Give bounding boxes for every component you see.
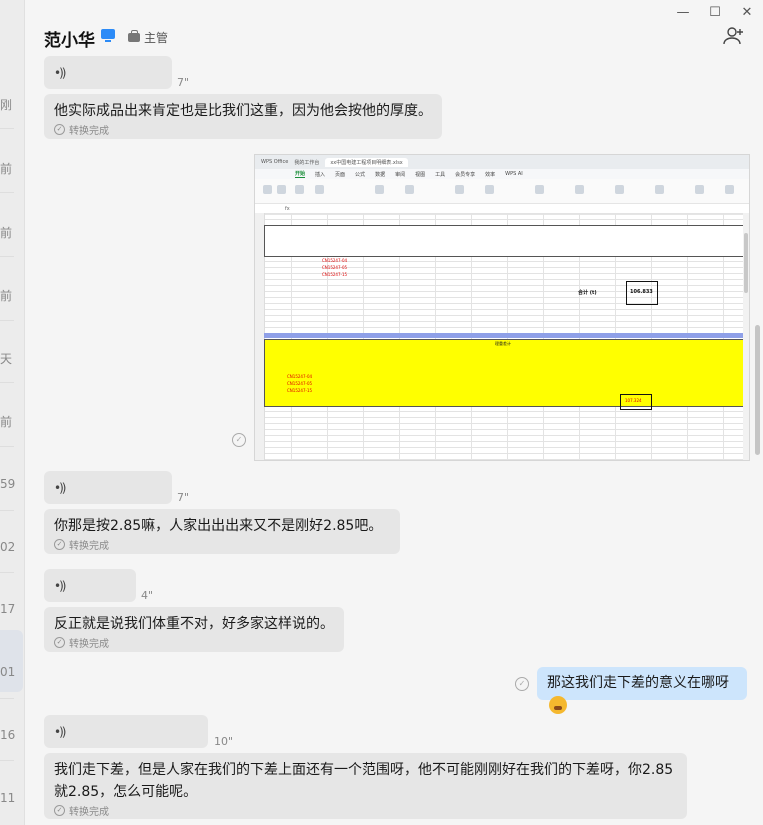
conv-time-fragment[interactable]: 刚 (0, 96, 12, 113)
sheet-tab-active: xx中国电建工程项目明细表.xlsx (325, 157, 408, 167)
conv-time-fragment[interactable]: 02 (0, 540, 15, 554)
transcript-text: 他实际成品出来肯定也是比我们这重，因为他会按他的厚度。 (54, 103, 432, 119)
add-member-icon[interactable] (723, 26, 745, 51)
role-label: 主管 (144, 31, 169, 45)
sheet-toolbar (255, 179, 749, 204)
voice-wave-icon: •)) (54, 579, 67, 593)
total-label: 合计 (t) (578, 290, 597, 296)
sheet-data-row: CN15247-05 (322, 265, 348, 270)
sheet-menu-item: WPS AI (505, 171, 523, 177)
yellow-row: CN15247-05 (287, 381, 313, 386)
check-circle-icon: ✓ (54, 805, 65, 816)
sheet-scrollbar (743, 213, 749, 460)
transcribe-status: ✓ 转换完成 (54, 803, 109, 818)
transcribe-status: ✓ 转换完成 (54, 635, 109, 650)
sheet-menu-item: 插入 (315, 171, 326, 178)
voice-wave-icon: •)) (54, 481, 67, 495)
transcript-text: 反正就是说我们体重不对，好多家这样说的。 (54, 616, 334, 632)
yellow-title: 理重差计 (495, 341, 511, 346)
sheet-menu: 开始 插入 页面 公式 数据 审阅 视图 工具 会员专享 效率 WPS AI (255, 169, 749, 179)
message-text: 那这我们走下差的意义在哪呀 (547, 675, 729, 691)
desktop-online-icon (101, 29, 115, 42)
conv-time-fragment[interactable]: 11 (0, 791, 15, 805)
voice-wave-icon: •)) (54, 66, 67, 80)
contact-name[interactable]: 范小华 (44, 26, 95, 51)
image-message-spreadsheet[interactable]: WPS Office 我的工作台 xx中国电建工程项目明细表.xlsx 开始 插… (254, 154, 750, 461)
check-circle-icon: ✓ (54, 124, 65, 135)
sheet-menu-item: 开始 (295, 171, 306, 178)
chat-panel: — ☐ ✕ 范小华 主管 •)) 7" 他实际成品出来肯定也是比我们这重，因为他… (25, 0, 763, 825)
voice-transcript-bubble[interactable]: 他实际成品出来肯定也是比我们这重，因为他会按他的厚度。 ✓ 转换完成 (44, 94, 442, 139)
conversation-list-strip: 刚 前 前 前 天 前 59 02 17 01 16 11 (0, 0, 25, 825)
conv-time-fragment[interactable]: 前 (0, 287, 12, 304)
conv-time-fragment[interactable]: 天 (0, 350, 12, 367)
conv-time-fragment[interactable]: 前 (0, 413, 12, 430)
voice-duration: 4" (141, 589, 154, 602)
voice-message-bubble[interactable]: •)) (44, 56, 172, 89)
conv-time-fragment[interactable]: 16 (0, 728, 15, 742)
sheet-menu-item: 效率 (485, 171, 496, 178)
sheet-header-block (264, 225, 749, 257)
voice-message-bubble[interactable]: •)) (44, 569, 136, 602)
transcript-text: 你那是按2.85嘛，人家出出出来又不是刚好2.85吧。 (54, 518, 383, 534)
total-value-bottom: 107.324 (625, 398, 642, 403)
sheet-menu-item: 会员专享 (455, 171, 476, 178)
briefcase-icon (128, 30, 140, 42)
sheet-tabs: WPS Office 我的工作台 xx中国电建工程项目明细表.xlsx (255, 155, 749, 169)
conv-time-fragment[interactable]: 前 (0, 160, 12, 177)
contact-role: 主管 (128, 29, 168, 46)
sheet-menu-item: 数据 (375, 171, 386, 178)
selected-conversation-highlight[interactable] (0, 630, 23, 692)
sheet-tab: 我的工作台 (294, 159, 320, 166)
read-receipt-icon: ✓ (232, 433, 246, 447)
transcript-text: 我们走下差，但是人家在我们的下差上面还有一个范围呀，他不可能刚刚好在我们的下差呀… (54, 762, 674, 800)
status-label: 转换完成 (69, 541, 109, 552)
transcribe-status: ✓ 转换完成 (54, 537, 109, 552)
voice-duration: 7" (177, 76, 190, 89)
conv-time-fragment[interactable]: 17 (0, 602, 15, 616)
conv-time-fragment[interactable]: 59 (0, 477, 15, 491)
voice-transcript-bubble[interactable]: 我们走下差，但是人家在我们的下差上面还有一个范围呀，他不可能刚刚好在我们的下差呀… (44, 753, 687, 819)
voice-transcript-bubble[interactable]: 反正就是说我们体重不对，好多家这样说的。 ✓ 转换完成 (44, 607, 344, 652)
check-circle-icon: ✓ (54, 539, 65, 550)
sheet-menu-item: 页面 (335, 171, 346, 178)
voice-wave-icon: •)) (54, 725, 67, 739)
chat-scrollbar[interactable] (755, 325, 760, 455)
sheet-tab: WPS Office (261, 159, 289, 165)
status-label: 转换完成 (69, 807, 109, 818)
sheet-menu-item: 视图 (415, 171, 426, 178)
sheet-menu-item: 工具 (435, 171, 446, 178)
voice-duration: 10" (214, 735, 234, 748)
sheet-data-row: CN15247-04 (322, 258, 348, 263)
grimace-emoji-icon (549, 696, 567, 714)
yellow-table: 理重差计 CN15247-04 CN15247-05 CN15247-15 (264, 339, 749, 407)
conv-time-fragment[interactable]: 前 (0, 224, 12, 241)
transcribe-status: ✓ 转换完成 (54, 122, 109, 137)
outgoing-message-bubble[interactable]: 那这我们走下差的意义在哪呀 (537, 667, 747, 714)
yellow-row: CN15247-04 (287, 374, 313, 379)
status-label: 转换完成 (69, 126, 109, 137)
voice-duration: 7" (177, 491, 190, 504)
yellow-row: CN15247-15 (287, 388, 313, 393)
blue-band (264, 333, 749, 338)
voice-message-bubble[interactable]: •)) (44, 715, 208, 748)
voice-transcript-bubble[interactable]: 你那是按2.85嘛，人家出出出来又不是刚好2.85吧。 ✓ 转换完成 (44, 509, 400, 554)
sheet-menu-item: 审阅 (395, 171, 406, 178)
read-receipt-icon: ✓ (515, 677, 529, 691)
voice-message-bubble[interactable]: •)) (44, 471, 172, 504)
conv-time-fragment[interactable]: 01 (0, 665, 15, 679)
total-value: 106.833 (630, 289, 653, 295)
sheet-data-row: CN15247-15 (322, 272, 348, 277)
check-circle-icon: ✓ (54, 637, 65, 648)
status-label: 转换完成 (69, 639, 109, 650)
sheet-menu-item: 公式 (355, 171, 366, 178)
